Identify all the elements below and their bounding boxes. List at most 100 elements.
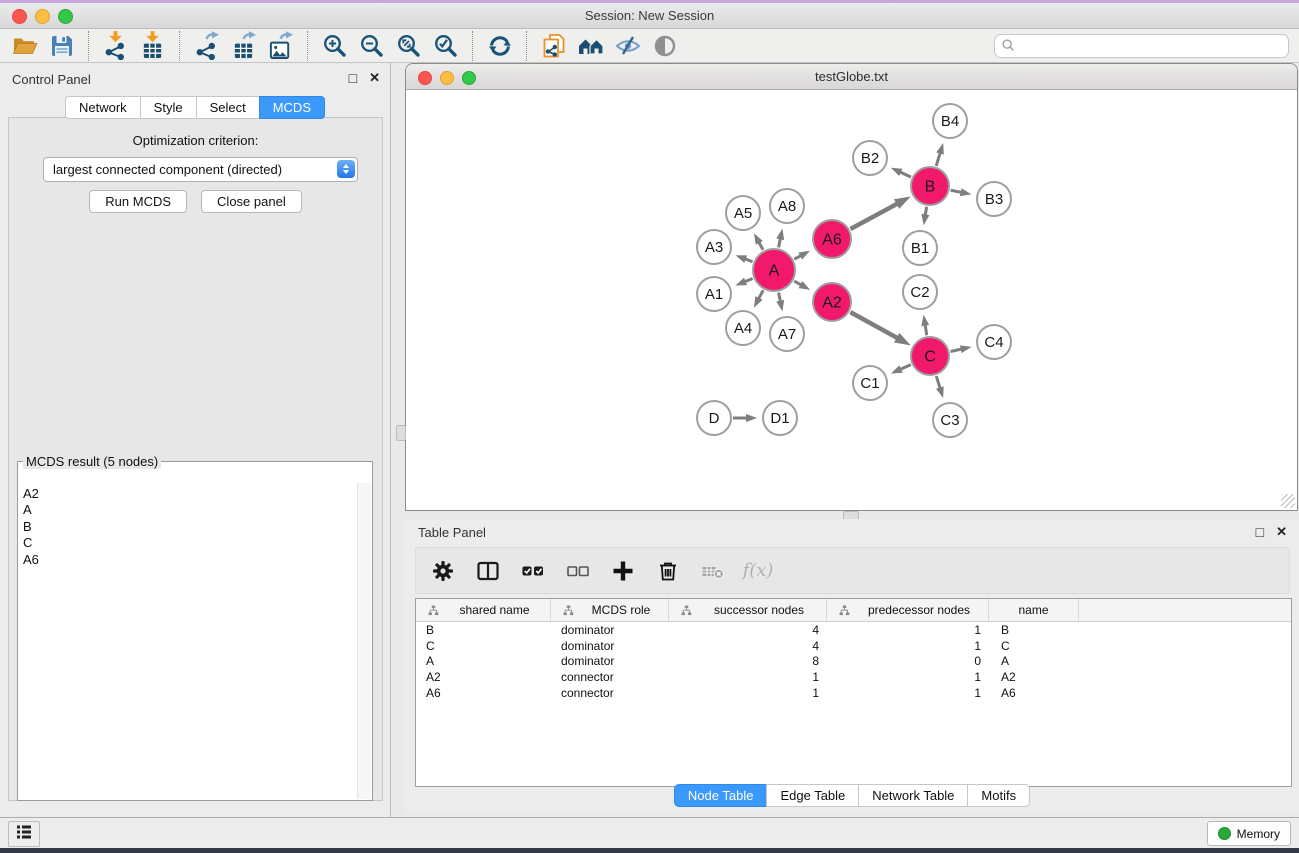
edge-A-A8[interactable] [776,229,784,248]
node-A1[interactable]: A1 [697,277,731,311]
network-canvas[interactable]: B4 B2 B B3 A8 A5 A6 A3 B1 A C2 A1 A2 A4 A7 C4 C C1 C3 D D1 [406,90,1297,510]
node-C2[interactable]: C2 [903,275,937,309]
column-header-predecessor-nodes[interactable]: predecessor nodes [827,599,989,621]
node-B2[interactable]: B2 [853,141,887,175]
result-item[interactable]: A6 [23,552,358,568]
node-C[interactable]: C [911,337,949,375]
table-row[interactable]: Adominator80A [416,653,1291,669]
export-image-icon[interactable] [262,30,299,62]
node-D1[interactable]: D1 [763,401,797,435]
edge-D-D1[interactable] [733,414,757,422]
memory-button[interactable]: Memory [1207,821,1291,846]
node-C3[interactable]: C3 [933,403,967,437]
edge-A-A4[interactable] [754,290,763,307]
result-item[interactable]: A2 [23,486,358,502]
node-A4[interactable]: A4 [726,311,760,345]
export-network-icon[interactable] [188,30,225,62]
zoom-selected-icon[interactable] [427,30,464,62]
open-session-icon[interactable] [6,30,43,62]
zoom-out-icon[interactable] [353,30,390,62]
edge-C-C4[interactable] [951,345,972,353]
table-row[interactable]: Bdominator41B [416,622,1291,638]
edge-A-A6[interactable] [794,251,810,260]
close-panel-icon[interactable] [369,70,380,86]
hide-details-icon[interactable] [609,30,646,62]
edge-A-A2[interactable] [794,281,810,290]
node-A2[interactable]: A2 [813,283,851,321]
result-item[interactable]: A [23,502,358,518]
node-B3[interactable]: B3 [977,182,1011,216]
edge-B-B2[interactable] [891,168,911,177]
select-all-icon[interactable] [518,556,548,586]
result-item[interactable]: C [23,535,358,551]
column-header-MCDS-role[interactable]: MCDS role [551,599,669,621]
import-network-icon[interactable] [97,30,134,62]
node-A5[interactable]: A5 [726,196,760,230]
table-float-panel-icon[interactable] [1256,524,1264,540]
tab-network[interactable]: Network [65,96,141,119]
refresh-icon[interactable] [481,30,518,62]
node-B1[interactable]: B1 [903,231,937,265]
tab-select[interactable]: Select [196,96,260,119]
edge-A-A3[interactable] [735,255,752,263]
delete-column-icon[interactable] [653,556,683,586]
run-mcds-button[interactable]: Run MCDS [89,190,187,213]
vertical-divider-grip[interactable] [396,425,406,441]
node-B4[interactable]: B4 [933,104,967,138]
edge-C-C2[interactable] [921,315,929,336]
edge-B-B3[interactable] [951,188,972,196]
table-row[interactable]: Cdominator41C [416,638,1291,654]
edge-A-A5[interactable] [754,233,763,250]
edge-A-A1[interactable] [735,278,752,286]
node-C1[interactable]: C1 [853,366,887,400]
save-session-icon[interactable] [43,30,80,62]
zoom-fit-icon[interactable] [390,30,427,62]
edge-A-A7[interactable] [776,293,784,312]
edge-B-B4[interactable] [936,143,944,166]
column-header-shared-name[interactable]: shared name [416,599,551,621]
tab-edge-table[interactable]: Edge Table [766,784,859,807]
table-row[interactable]: A6connector11A6 [416,685,1291,701]
tab-mcds[interactable]: MCDS [259,96,325,119]
resize-grip-icon[interactable] [1281,494,1295,508]
task-history-button[interactable] [8,821,40,847]
node-B[interactable]: B [911,167,949,205]
table-close-panel-icon[interactable] [1276,524,1287,540]
result-scrollbar[interactable] [357,483,371,799]
tab-network-table[interactable]: Network Table [858,784,968,807]
edge-A2-C[interactable] [850,312,910,345]
criterion-select[interactable]: largest connected component (directed) [43,157,358,182]
node-C4[interactable]: C4 [977,325,1011,359]
edge-A6-B[interactable] [850,196,910,229]
column-header-successor-nodes[interactable]: successor nodes [669,599,827,621]
edge-C-C3[interactable] [936,376,944,398]
edge-C-C1[interactable] [891,365,911,374]
tab-style[interactable]: Style [140,96,197,119]
new-network-icon[interactable] [535,30,572,62]
show-columns-icon[interactable] [473,556,503,586]
edge-B-B1[interactable] [921,207,929,226]
import-table-icon[interactable] [134,30,171,62]
show-details-icon[interactable] [646,30,683,62]
float-panel-icon[interactable] [349,70,357,86]
zoom-in-icon[interactable] [316,30,353,62]
settings-gear-icon[interactable] [428,556,458,586]
deselect-all-icon[interactable] [563,556,593,586]
export-table-icon[interactable] [225,30,262,62]
node-A8[interactable]: A8 [770,189,804,223]
column-header-name[interactable]: name [989,599,1079,621]
add-column-icon[interactable] [608,556,638,586]
table-row[interactable]: A2connector11A2 [416,669,1291,685]
node-A[interactable]: A [753,249,795,291]
search-input[interactable] [1019,36,1278,56]
close-panel-button[interactable]: Close panel [201,190,302,213]
node-A7[interactable]: A7 [770,317,804,351]
tab-node-table[interactable]: Node Table [674,784,768,807]
first-neighbors-icon[interactable] [572,30,609,62]
node-A6[interactable]: A6 [813,220,851,258]
node-D[interactable]: D [697,401,731,435]
result-item[interactable]: B [23,519,358,535]
mcds-result-list[interactable]: A2ABCA6 [19,483,358,799]
node-A3[interactable]: A3 [697,230,731,264]
tab-motifs[interactable]: Motifs [967,784,1030,807]
